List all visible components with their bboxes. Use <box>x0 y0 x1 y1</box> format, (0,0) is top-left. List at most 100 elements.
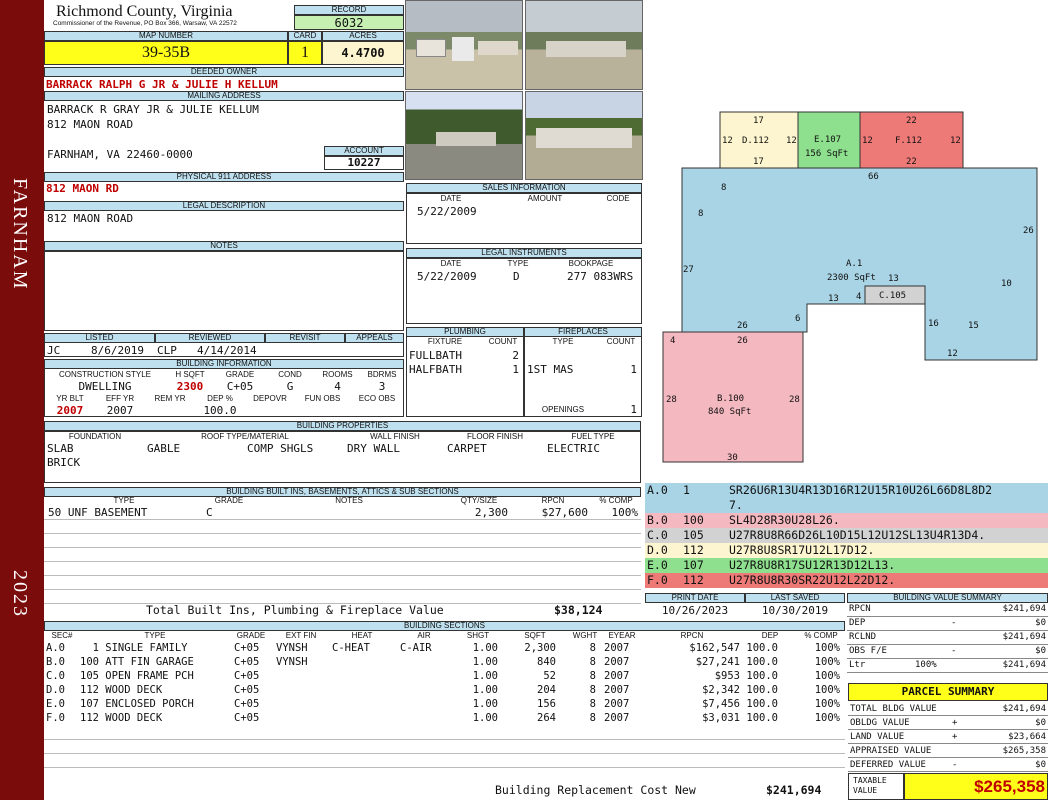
physical-address: 812 MAON RD <box>46 182 119 195</box>
sketch-legend-row: D.0 112 U27R8U8SR17U12L17D12. <box>645 543 1048 558</box>
listed-by: JC <box>47 344 61 357</box>
commissioner-address: Commissioner of the Revenue, PO Box 366,… <box>53 20 237 27</box>
bvs-obs-row: OBS F/E - $0 <box>847 645 1048 659</box>
sec-dep: 100.0 <box>746 698 778 710</box>
sec-grade: C+05 <box>234 642 260 654</box>
sketch-dim: 12 <box>947 349 958 359</box>
legend-vector: U27R8U8R66D26L10D15L12U12SL13U4R13D4. <box>729 528 986 542</box>
legend-sec: D.0 <box>647 543 668 557</box>
col-roof: ROOF TYPE/MATERIAL <box>201 432 289 441</box>
sec-num: F.0 <box>46 712 65 724</box>
fireplaces-label: FIREPLACES <box>524 327 642 337</box>
bvs-ltr-label: Ltr <box>849 660 866 670</box>
sec-rpcn: $2,342 <box>702 684 740 696</box>
bvs-rclnd-row: RCLND $241,694 <box>847 631 1048 645</box>
sec-rpcn: $27,241 <box>695 656 740 668</box>
builtin-row-empty <box>44 548 641 562</box>
builtin-grade: C <box>206 506 213 519</box>
sec-sqft: 156 <box>537 698 556 710</box>
property-photo-2[interactable] <box>525 0 643 90</box>
land-label: LAND VALUE <box>850 732 905 742</box>
builtin-type: 50 UNF BASEMENT <box>48 506 148 519</box>
builtins-col-qty: QTY/SIZE <box>460 496 498 505</box>
foundation-2: BRICK <box>47 456 81 469</box>
sec-ext-fin: VYNSH <box>276 656 308 668</box>
col-floor-finish: FLOOR FINISH <box>466 432 523 441</box>
sec-type: 105 OPEN FRAME PCH <box>80 670 194 682</box>
record-label: RECORD <box>294 5 404 15</box>
sec-wght: 8 <box>589 698 596 710</box>
sec-shgt: 1.00 <box>472 670 498 682</box>
sec-eyear: 2007 <box>604 670 630 682</box>
openings-label: OPENINGS <box>541 405 585 414</box>
notes-label: NOTES <box>44 241 404 251</box>
sec-grade: C+05 <box>234 684 260 696</box>
building-sections-label: BUILDING SECTIONS <box>44 621 845 631</box>
card-number: 1 <box>288 41 322 65</box>
plumbing-table: PLUMBING FIXTURE COUNT FULLBATH 2 HALFBA… <box>406 327 524 417</box>
map-number: 39-35B <box>44 41 288 65</box>
builtin-row-empty <box>44 562 641 576</box>
sec-grade: C+05 <box>234 698 260 710</box>
sec-comp: 100% <box>814 642 840 654</box>
deferred-sign: - <box>952 760 958 770</box>
sec-col-dep: DEP <box>761 631 779 640</box>
sec-rpcn: $162,547 <box>689 642 740 654</box>
col-eco-obs: ECO OBS <box>358 394 396 403</box>
acres-label: ACRES <box>322 31 404 41</box>
appraised-label: APPRAISED VALUE <box>850 746 932 756</box>
sec-rpcn: $953 <box>714 670 740 682</box>
builtin-row-empty <box>44 576 641 590</box>
sec-shgt: 1.00 <box>472 712 498 724</box>
reviewed-by: CLP <box>157 344 177 357</box>
sec-eyear: 2007 <box>604 698 630 710</box>
sec-eyear: 2007 <box>604 712 630 724</box>
deeded-owner: BARRACK RALPH G JR & JULIE H KELLUM <box>46 78 278 91</box>
taxable-value: $265,358 <box>904 773 1048 800</box>
property-photo-3[interactable] <box>405 91 523 180</box>
bvs-dep-sign: - <box>951 618 957 628</box>
legend-code: 105 <box>683 528 704 542</box>
construction-style: DWELLING <box>78 380 132 393</box>
sketch-dim: 15 <box>968 321 979 331</box>
sec-dep: 100.0 <box>746 642 778 654</box>
plumbing-col-fixture: FIXTURE <box>427 337 463 346</box>
sec-wght: 8 <box>589 656 596 668</box>
property-photo-4[interactable] <box>525 91 643 180</box>
grade: C+05 <box>226 380 254 393</box>
print-date: 10/26/2023 <box>661 604 729 617</box>
fixture-name: HALFBATH <box>409 363 462 376</box>
sketch-dim: 10 <box>1001 279 1012 289</box>
legend-code: 1 <box>683 483 690 497</box>
li-col-bookpage: BOOKPAGE <box>568 259 614 268</box>
mailing-line-1: BARRACK R GRAY JR & JULIE KELLUM <box>47 103 259 116</box>
sec-grade: C+05 <box>234 712 260 724</box>
bvs-dep-row: DEP - $0 <box>847 617 1048 631</box>
sec-wght: 8 <box>589 684 596 696</box>
building-info: BUILDING INFORMATION CONSTRUCTION STYLE … <box>44 359 404 417</box>
fuel-type: ELECTRIC <box>547 442 600 455</box>
legend-code: 112 <box>683 573 704 587</box>
sec-col-rpcn: RPCN <box>680 631 704 640</box>
legal-instruments-table: DATE TYPE BOOKPAGE 5/22/2009 D 277 083WR… <box>406 258 642 324</box>
sales-col-date: DATE <box>440 194 462 203</box>
deeded-owner-label: DEEDED OWNER <box>44 67 404 77</box>
sec-rpcn: $7,456 <box>702 698 740 710</box>
sec-comp: 100% <box>814 670 840 682</box>
property-photo-1[interactable] <box>405 0 523 90</box>
builtin-comp: 100% <box>611 506 639 519</box>
sketch-dim: 4 <box>856 292 861 302</box>
physical-address-label: PHYSICAL 911 ADDRESS <box>44 172 404 182</box>
fireplace-count: 1 <box>630 363 637 376</box>
section-row: B.0 100 ATT FIN GARAGE C+05 VYNSH 1.00 840 8 20… <box>44 655 845 669</box>
sec-comp: 100% <box>814 698 840 710</box>
sec-sqft: 2,300 <box>524 642 556 654</box>
legend-sec: A.0 <box>647 483 668 497</box>
sketch-dim: 66 <box>868 172 879 182</box>
sketch-dim: 17 <box>753 157 764 167</box>
rooms: 4 <box>334 380 341 393</box>
col-rem-yr: REM YR <box>154 394 186 403</box>
builtins-total: $38,124 <box>554 604 603 617</box>
ps-deferred-row: DEFERRED VALUE - $0 <box>848 758 1048 772</box>
sales-col-amount: AMOUNT <box>527 194 563 203</box>
